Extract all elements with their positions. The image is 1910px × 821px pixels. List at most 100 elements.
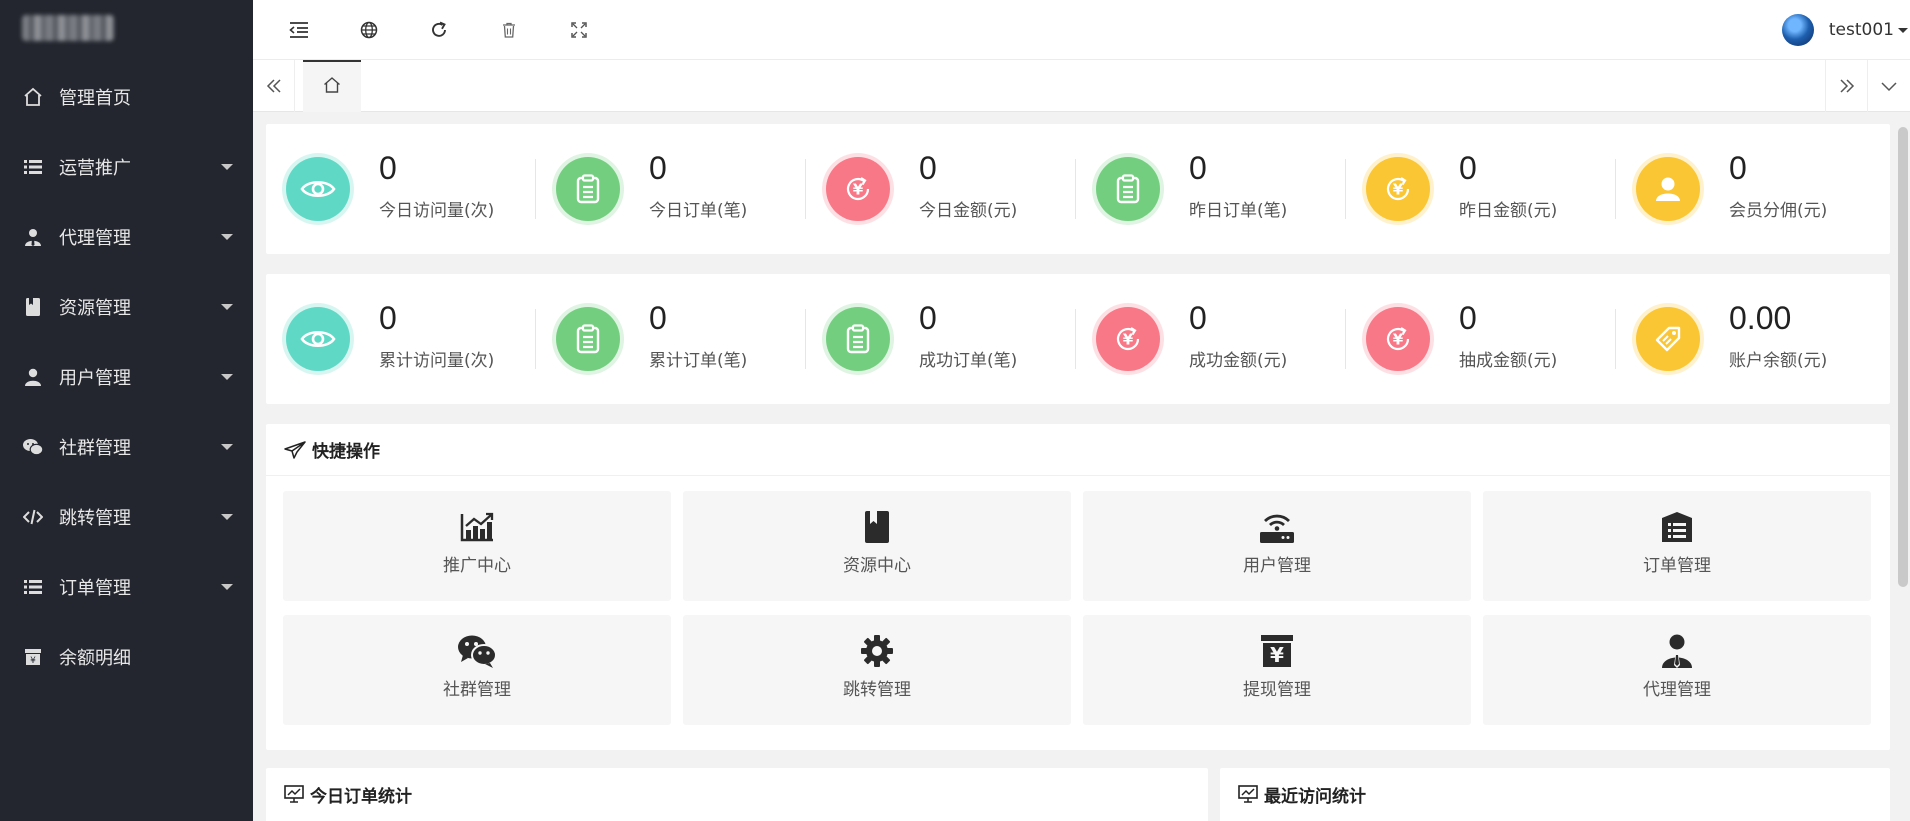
clipboard-icon xyxy=(826,307,890,371)
stat-label: 昨日金额(元) xyxy=(1459,201,1558,221)
stat-value: 0 xyxy=(1189,300,1207,336)
sidebar-item-label: 资源管理 xyxy=(59,298,131,319)
sidebar-item-orders[interactable]: 订单管理 xyxy=(0,552,253,622)
stat-label: 今日金额(元) xyxy=(919,201,1018,221)
stat-today-amount: ¥ 0 今日金额(元) xyxy=(806,124,1076,254)
chevron-down-icon xyxy=(221,234,233,240)
chevron-down-icon xyxy=(1898,27,1908,33)
sidebar-item-home[interactable]: 管理首页 xyxy=(0,62,253,132)
stat-value: 0 xyxy=(1459,300,1477,336)
stats-total-card: 0 累计访问量(次) 0 累计订单(笔) 0 成功订单(笔) ¥ 0 成功金额(… xyxy=(266,274,1890,404)
archive-icon: ¥ xyxy=(22,646,44,668)
quick-order-management[interactable]: 订单管理 xyxy=(1483,491,1871,601)
quick-redirect-management[interactable]: 跳转管理 xyxy=(683,615,1071,725)
clipboard-icon xyxy=(556,157,620,221)
stat-yesterday-amount: ¥ 0 昨日金额(元) xyxy=(1346,124,1616,254)
stat-member-commission: 0 会员分佣(元) xyxy=(1616,124,1886,254)
sidebar-item-promotion[interactable]: 运营推广 xyxy=(0,132,253,202)
agent-icon xyxy=(22,226,44,248)
stat-label: 今日访问量(次) xyxy=(379,201,495,221)
sidebar-item-label: 用户管理 xyxy=(59,368,131,389)
today-orders-header: 今日订单统计 xyxy=(266,768,1208,820)
quick-promotion-center[interactable]: 推广中心 xyxy=(283,491,671,601)
stat-label: 成功金额(元) xyxy=(1189,351,1288,371)
quick-ops-panel: 快捷操作 推广中心 资源中心 用户管理 订单管理 社群管理 跳转管理 ¥ 提现管… xyxy=(266,424,1890,750)
quick-withdrawal-management[interactable]: ¥ 提现管理 xyxy=(1083,615,1471,725)
presentation-chart-icon xyxy=(284,785,304,803)
stat-label: 累计访问量(次) xyxy=(379,351,495,371)
sidebar-item-label: 订单管理 xyxy=(59,578,131,599)
username[interactable]: test001 xyxy=(1829,20,1894,40)
chevron-down-icon xyxy=(221,304,233,310)
avatar[interactable] xyxy=(1781,14,1814,46)
stat-value: 0 xyxy=(649,300,667,336)
quick-user-management[interactable]: 用户管理 xyxy=(1083,491,1471,601)
quick-agent-management[interactable]: 代理管理 xyxy=(1483,615,1871,725)
quick-ops-header: 快捷操作 xyxy=(266,424,1890,476)
quick-community-management[interactable]: 社群管理 xyxy=(283,615,671,725)
clear-cache-icon[interactable] xyxy=(493,14,525,46)
quick-op-label: 资源中心 xyxy=(843,556,911,576)
router-icon xyxy=(1257,509,1297,545)
sidebar-item-label: 跳转管理 xyxy=(59,508,131,529)
stat-label: 成功订单(笔) xyxy=(919,351,1018,371)
stat-value: 0 xyxy=(919,150,937,186)
tabs-options-chevron-down-icon[interactable] xyxy=(1867,60,1909,112)
stat-account-balance: 0.00 账户余额(元) xyxy=(1616,274,1886,404)
fullscreen-icon[interactable] xyxy=(563,14,595,46)
bookmark-icon xyxy=(857,509,897,545)
sidebar-item-label: 运营推广 xyxy=(59,158,131,179)
yen-box-icon: ¥ xyxy=(1257,633,1297,669)
quick-resource-center[interactable]: 资源中心 xyxy=(683,491,1071,601)
sidebar-item-resources[interactable]: 资源管理 xyxy=(0,272,253,342)
stat-yesterday-orders: 0 昨日订单(笔) xyxy=(1076,124,1346,254)
tabs-scroll-left-icon[interactable] xyxy=(253,60,295,112)
eye-icon xyxy=(286,157,350,221)
agent-icon xyxy=(1657,633,1697,669)
sidebar-item-label: 管理首页 xyxy=(59,88,131,109)
tabs-scroll-right-icon[interactable] xyxy=(1825,60,1867,112)
vertical-scrollbar[interactable] xyxy=(1898,127,1908,587)
sidebar-item-redirects[interactable]: 跳转管理 xyxy=(0,482,253,552)
stat-label: 账户余额(元) xyxy=(1729,351,1828,371)
quick-op-label: 推广中心 xyxy=(443,556,511,576)
clipboard-icon xyxy=(1096,157,1160,221)
sidebar-item-balance[interactable]: ¥ 余额明细 xyxy=(0,622,253,692)
logo[interactable] xyxy=(0,0,253,56)
tab-bar xyxy=(253,60,1910,112)
tab-home[interactable] xyxy=(303,60,361,112)
stat-value: 0 xyxy=(1459,150,1477,186)
presentation-chart-icon xyxy=(1238,785,1258,803)
recent-visits-panel: 最近访问统计 xyxy=(1220,768,1890,821)
stat-label: 今日订单(笔) xyxy=(649,201,748,221)
gear-icon xyxy=(857,633,897,669)
svg-text:¥: ¥ xyxy=(1270,643,1284,667)
sidebar-item-users[interactable]: 用户管理 xyxy=(0,342,253,412)
bookmark-icon xyxy=(22,296,44,318)
stat-label: 昨日订单(笔) xyxy=(1189,201,1288,221)
chevron-down-icon xyxy=(221,444,233,450)
svg-text:¥: ¥ xyxy=(1393,331,1404,349)
stat-value: 0 xyxy=(379,300,397,336)
svg-text:¥: ¥ xyxy=(1393,181,1404,199)
chart-icon xyxy=(457,509,497,545)
clipboard-icon xyxy=(556,307,620,371)
stat-success-amount: ¥ 0 成功金额(元) xyxy=(1076,274,1346,404)
yen-refresh-icon: ¥ xyxy=(1096,307,1160,371)
collapse-menu-icon[interactable] xyxy=(283,14,315,46)
quick-op-label: 代理管理 xyxy=(1643,680,1711,700)
svg-text:¥: ¥ xyxy=(30,656,36,666)
stat-value: 0 xyxy=(1729,150,1747,186)
stat-label: 会员分佣(元) xyxy=(1729,201,1828,221)
sidebar-item-agents[interactable]: 代理管理 xyxy=(0,202,253,272)
globe-icon[interactable] xyxy=(353,14,385,46)
user-icon xyxy=(1636,157,1700,221)
blurred-logo xyxy=(22,15,114,41)
quick-op-label: 提现管理 xyxy=(1243,680,1311,700)
recent-visits-title: 最近访问统计 xyxy=(1264,786,1366,807)
quick-ops-title: 快捷操作 xyxy=(312,442,380,462)
sidebar-item-community[interactable]: 社群管理 xyxy=(0,412,253,482)
refresh-icon[interactable] xyxy=(423,14,455,46)
user-menu[interactable]: test001 xyxy=(1781,12,1910,48)
code-icon xyxy=(22,506,44,528)
